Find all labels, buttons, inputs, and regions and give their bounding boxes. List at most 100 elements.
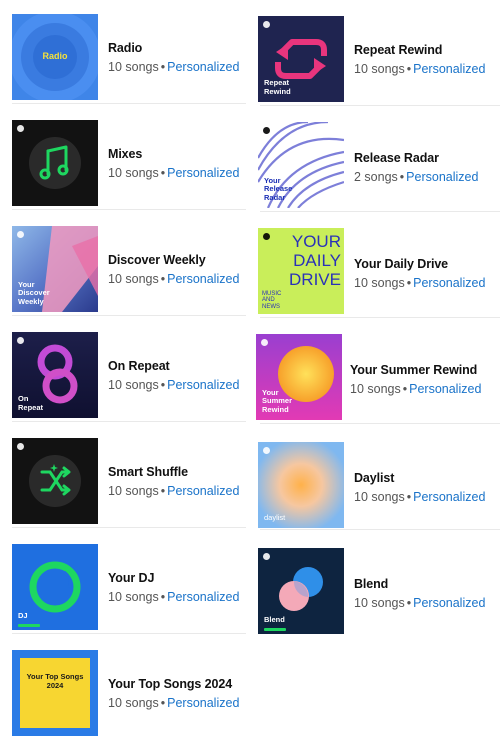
playlist-meta: 10 songs • Personalized	[108, 696, 239, 710]
spotify-logo-icon	[261, 339, 268, 346]
playlist-row-repeat-rewind[interactable]: Repeat Rewind Repeat Rewind 10 songs • Per…	[248, 2, 500, 106]
personalized-tag[interactable]: Personalized	[167, 378, 239, 392]
playlist-title: Daylist	[354, 471, 395, 485]
song-count: 10 songs	[108, 590, 159, 604]
playlist-row-top-songs-2024[interactable]: Your Top Songs 2024 Your Top Songs 2024 …	[0, 636, 246, 740]
cover-label: daylist	[264, 512, 286, 522]
playlist-title: On Repeat	[108, 359, 170, 373]
daily-drive-cover: YOUR DAILY DRIVE MUSIC AND NEWS	[258, 228, 344, 314]
playlist-meta: 10 songs • Personalized	[350, 382, 481, 396]
personalized-tag[interactable]: Personalized	[409, 382, 481, 396]
personalized-tag[interactable]: Personalized	[167, 484, 239, 498]
radio-cover: Radio	[12, 14, 98, 100]
cover-label: Your Top Songs 2024	[26, 672, 84, 690]
playlist-meta: 10 songs • Personalized	[354, 596, 485, 610]
meta-separator: •	[160, 60, 166, 74]
cover-label: Your Discover Weekly	[18, 279, 50, 306]
personalized-tag[interactable]: Personalized	[406, 170, 478, 184]
row-divider	[12, 315, 246, 316]
playlist-title: Repeat Rewind	[354, 43, 443, 57]
daily-drive-info: Your Daily Drive 10 songs • Personalized	[354, 257, 485, 290]
your-dj-cover: DJ	[12, 544, 98, 630]
playlist-meta: 10 songs • Personalized	[354, 490, 485, 504]
spotify-logo-icon	[263, 127, 270, 134]
blend-info: Blend 10 songs • Personalized	[354, 577, 485, 610]
cover-label: Your Release Radar	[264, 175, 293, 202]
playlist-title: Your DJ	[108, 571, 155, 585]
cover-label: Your Summer Rewind	[262, 387, 293, 414]
playlist-row-mixes[interactable]: Mixes 10 songs • Personalized	[0, 106, 246, 210]
personalized-tag[interactable]: Personalized	[167, 272, 239, 286]
meta-separator: •	[406, 62, 412, 76]
playlist-title: Discover Weekly	[108, 253, 206, 267]
playlist-row-radio[interactable]: Radio Radio 10 songs • Personalized	[0, 0, 246, 104]
release-radar-info: Release Radar 2 songs • Personalized	[354, 151, 478, 184]
personalized-tag[interactable]: Personalized	[413, 596, 485, 610]
personalized-tag[interactable]: Personalized	[413, 62, 485, 76]
spotify-logo-icon	[17, 125, 24, 132]
personalized-tag[interactable]: Personalized	[167, 60, 239, 74]
playlist-meta: 10 songs • Personalized	[354, 276, 485, 290]
personalized-tag[interactable]: Personalized	[167, 166, 239, 180]
song-count: 10 songs	[354, 596, 405, 610]
meta-separator: •	[160, 378, 166, 392]
song-count: 10 songs	[354, 490, 405, 504]
playlist-row-blend[interactable]: Blend Blend 10 songs • Personalized	[248, 532, 500, 636]
cover-label: YOUR DAILY DRIVE	[289, 232, 341, 289]
cover-sublabel: MUSIC AND NEWS	[262, 290, 282, 310]
playlist-row-release-radar[interactable]: Your Release Radar Release Radar 2 songs…	[248, 108, 500, 212]
your-dj-info: Your DJ 10 songs • Personalized	[108, 571, 239, 604]
repeat-rewind-info: Repeat Rewind 10 songs • Personalized	[354, 43, 485, 76]
mixes-cover	[12, 120, 98, 206]
radio-cover-label: Radio	[42, 51, 68, 61]
song-count: 10 songs	[108, 272, 159, 286]
daylist-info: Daylist 10 songs • Personalized	[354, 471, 485, 504]
personalized-tag[interactable]: Personalized	[167, 696, 239, 710]
row-divider	[260, 317, 500, 318]
song-count: 10 songs	[108, 378, 159, 392]
radio-info: Radio 10 songs • Personalized	[108, 41, 239, 74]
playlist-row-daylist[interactable]: daylist Daylist 10 songs • Personalized	[248, 426, 500, 530]
playlist-row-smart-shuffle[interactable]: Smart Shuffle 10 songs • Personalized	[0, 424, 246, 528]
playlist-row-daily-drive[interactable]: YOUR DAILY DRIVE MUSIC AND NEWS Your Dai…	[248, 214, 500, 318]
smart-shuffle-cover	[12, 438, 98, 524]
playlist-row-on-repeat[interactable]: On Repeat On Repeat 10 songs • Personalize…	[0, 318, 246, 422]
playlist-title: Your Daily Drive	[354, 257, 449, 271]
meta-separator: •	[160, 166, 166, 180]
row-divider	[260, 105, 500, 106]
meta-separator: •	[402, 382, 408, 396]
playlist-meta: 10 songs • Personalized	[354, 62, 485, 76]
spotify-logo-icon	[17, 231, 24, 238]
meta-separator: •	[160, 696, 166, 710]
meta-separator: •	[160, 484, 166, 498]
song-count: 10 songs	[108, 696, 159, 710]
playlist-meta: 10 songs • Personalized	[108, 166, 239, 180]
top-songs-2024-art	[12, 650, 98, 736]
spotify-logo-icon	[17, 337, 24, 344]
blend-bar	[264, 628, 286, 631]
song-count: 10 songs	[350, 382, 401, 396]
playlist-meta: 10 songs • Personalized	[108, 484, 239, 498]
personalized-tag[interactable]: Personalized	[413, 276, 485, 290]
personalized-tag[interactable]: Personalized	[167, 590, 239, 604]
spotify-logo-icon	[263, 447, 270, 454]
row-divider	[260, 211, 500, 212]
playlist-title: Mixes	[108, 147, 143, 161]
cover-label: DJ	[18, 610, 28, 620]
song-count: 10 songs	[354, 62, 405, 76]
daylist-cover: daylist	[258, 442, 344, 528]
playlist-row-summer-rewind[interactable]: Your Summer Rewind Your Summer Rewind 10…	[248, 320, 500, 424]
playlist-title: Radio	[108, 41, 143, 55]
playlist-title: Blend	[354, 577, 389, 591]
row-divider	[12, 209, 246, 210]
row-divider	[12, 633, 246, 634]
playlist-title: Your Summer Rewind	[350, 363, 478, 377]
personalized-tag[interactable]: Personalized	[413, 490, 485, 504]
playlist-row-discover-weekly[interactable]: Your Discover Weekly Discover Weekly 10 …	[0, 212, 246, 316]
summer-rewind-info: Your Summer Rewind 10 songs • Personalized	[350, 363, 481, 396]
blend-cover: Blend	[258, 548, 344, 634]
top-songs-2024-info: Your Top Songs 2024 10 songs • Personalize…	[108, 677, 239, 710]
song-count: 2 songs	[354, 170, 398, 184]
spotify-logo-icon	[17, 443, 24, 450]
playlist-row-your-dj[interactable]: DJ Your DJ 10 songs • Personalized	[0, 530, 246, 634]
